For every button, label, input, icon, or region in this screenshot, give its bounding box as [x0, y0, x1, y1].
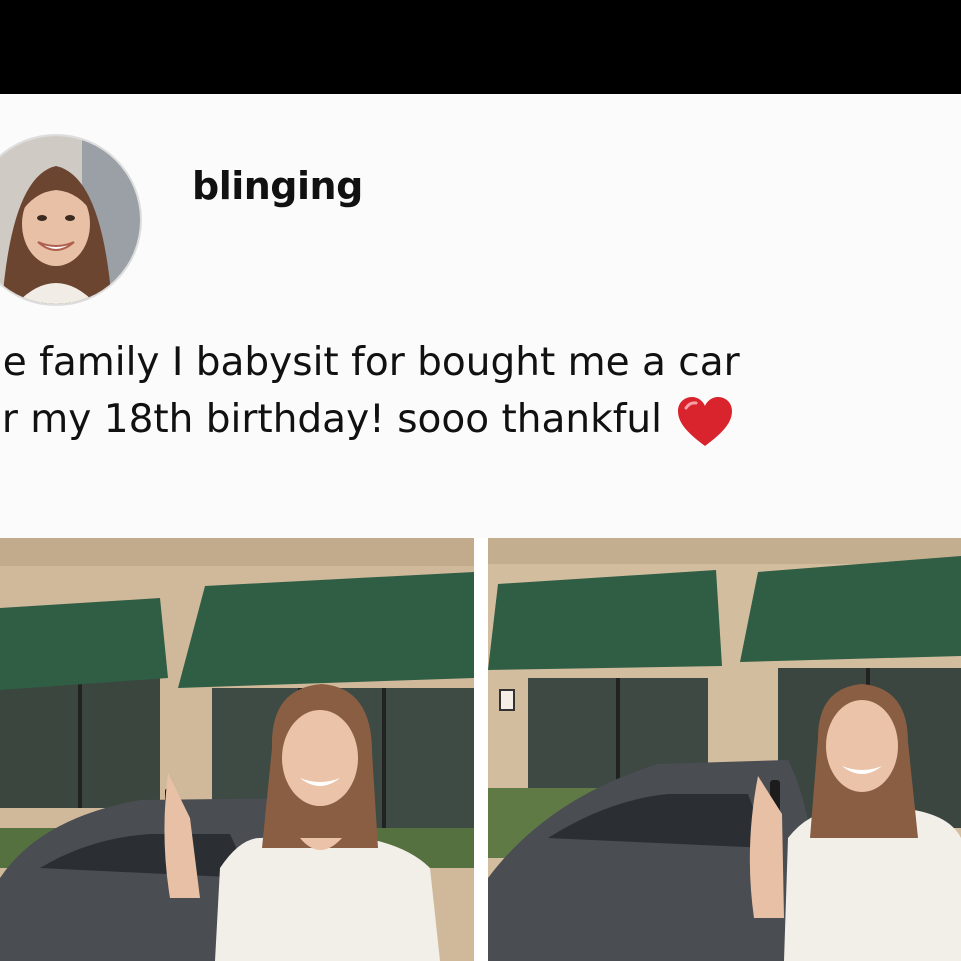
username[interactable]: blinging	[192, 164, 363, 208]
social-post: blinging he family I babysit for bought …	[0, 94, 961, 961]
photo-left-image	[0, 538, 474, 961]
caption-line-2-text: or my 18th birthday! sooo thankful	[0, 397, 662, 442]
photo-left[interactable]	[0, 538, 474, 961]
photo-right-image	[488, 538, 961, 961]
top-black-bar	[0, 0, 961, 94]
caption-line-1: he family I babysit for bought me a car	[0, 340, 740, 385]
photo-right[interactable]	[488, 538, 961, 961]
avatar-portrait	[0, 136, 140, 304]
avatar[interactable]	[0, 134, 142, 306]
photo-divider	[474, 538, 488, 961]
photo-gallery	[0, 538, 961, 961]
red-heart-icon	[678, 396, 732, 446]
caption-line-2: or my 18th birthday! sooo thankful	[0, 391, 961, 448]
post-caption: he family I babysit for bought me a car …	[0, 334, 961, 448]
